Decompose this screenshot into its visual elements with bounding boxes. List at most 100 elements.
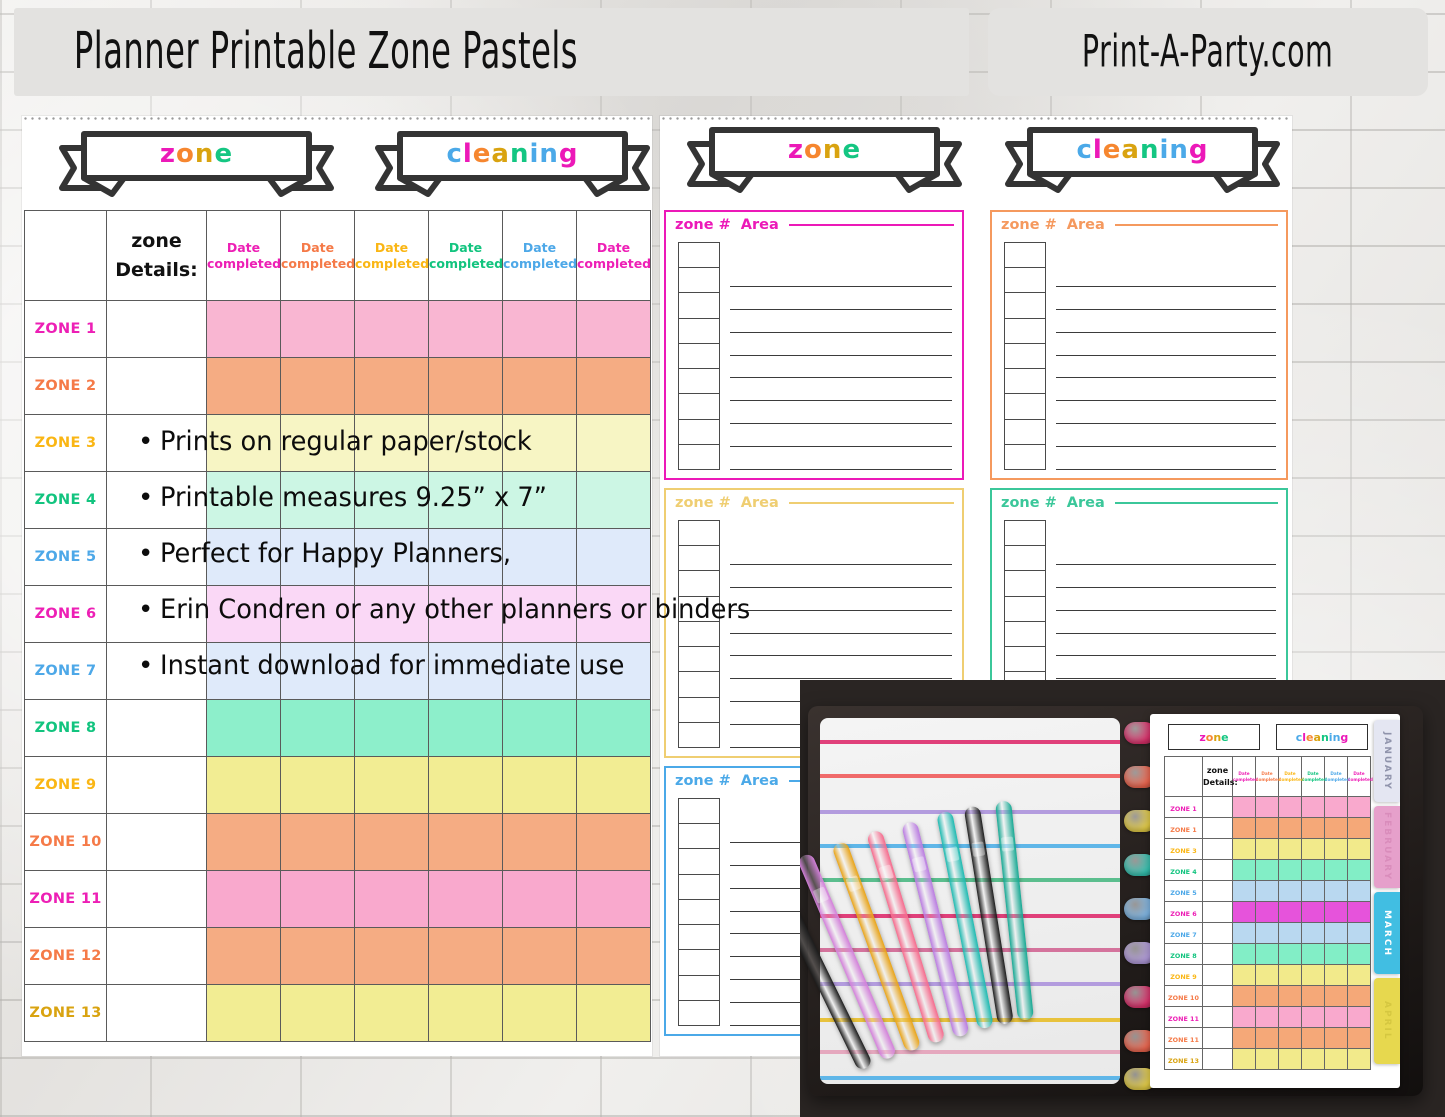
area-write-line[interactable]: [1056, 565, 1276, 588]
date-completed-cell[interactable]: [428, 813, 503, 871]
date-completed-cell[interactable]: [206, 585, 281, 643]
zone-number-box[interactable]: [678, 368, 720, 394]
area-write-line[interactable]: [1056, 401, 1276, 425]
date-completed-cell[interactable]: [576, 414, 651, 472]
zone-number-box[interactable]: [678, 696, 720, 722]
date-completed-cell[interactable]: [206, 528, 281, 586]
date-completed-cell[interactable]: [206, 471, 281, 529]
zone-number-box[interactable]: [678, 671, 720, 697]
date-completed-cell[interactable]: [502, 585, 577, 643]
date-completed-cell[interactable]: [206, 357, 281, 415]
area-write-line[interactable]: [730, 378, 952, 402]
area-write-line[interactable]: [730, 401, 952, 425]
date-completed-cell[interactable]: [576, 300, 651, 358]
date-completed-cell[interactable]: [280, 756, 355, 814]
date-completed-cell[interactable]: [428, 642, 503, 700]
zone-details-cell[interactable]: [106, 528, 207, 586]
area-write-line[interactable]: [730, 656, 952, 680]
date-completed-cell[interactable]: [206, 300, 281, 358]
zone-number-box[interactable]: [678, 393, 720, 419]
date-completed-cell[interactable]: [280, 528, 355, 586]
zone-number-box[interactable]: [678, 999, 720, 1026]
zone-number-box[interactable]: [1004, 595, 1046, 621]
date-completed-cell[interactable]: [280, 585, 355, 643]
zone-number-box[interactable]: [678, 443, 720, 470]
date-completed-cell[interactable]: [428, 699, 503, 757]
date-completed-cell[interactable]: [502, 414, 577, 472]
area-write-line[interactable]: [730, 611, 952, 634]
date-completed-cell[interactable]: [354, 984, 429, 1042]
zone-details-cell[interactable]: [106, 471, 207, 529]
area-write-line[interactable]: [730, 333, 952, 356]
zone-number-box[interactable]: [678, 520, 720, 546]
zone-number-box[interactable]: [1004, 342, 1046, 369]
date-completed-cell[interactable]: [354, 870, 429, 928]
date-completed-cell[interactable]: [354, 642, 429, 700]
date-completed-cell[interactable]: [576, 756, 651, 814]
zone-details-cell[interactable]: [106, 984, 207, 1042]
area-write-line[interactable]: [1056, 333, 1276, 356]
date-completed-cell[interactable]: [576, 642, 651, 700]
date-completed-cell[interactable]: [280, 813, 355, 871]
zone-number-box[interactable]: [1004, 393, 1046, 419]
date-completed-cell[interactable]: [280, 984, 355, 1042]
date-completed-cell[interactable]: [206, 813, 281, 871]
area-write-line[interactable]: [1056, 611, 1276, 634]
date-completed-cell[interactable]: [354, 699, 429, 757]
area-write-line[interactable]: [1056, 424, 1276, 448]
zone-details-cell[interactable]: [106, 642, 207, 700]
date-completed-cell[interactable]: [576, 927, 651, 985]
zone-number-box[interactable]: [678, 823, 720, 849]
date-completed-cell[interactable]: [502, 699, 577, 757]
area-write-line[interactable]: [1056, 264, 1276, 287]
zone-details-cell[interactable]: [106, 585, 207, 643]
zone-number-box[interactable]: [678, 292, 720, 318]
area-write-line[interactable]: [1056, 634, 1276, 657]
zone-details-cell[interactable]: [106, 813, 207, 871]
date-completed-cell[interactable]: [354, 414, 429, 472]
date-completed-cell[interactable]: [280, 927, 355, 985]
date-completed-cell[interactable]: [502, 300, 577, 358]
date-completed-cell[interactable]: [206, 927, 281, 985]
area-write-line[interactable]: [730, 356, 952, 379]
date-completed-cell[interactable]: [428, 585, 503, 643]
date-completed-cell[interactable]: [206, 699, 281, 757]
month-tab[interactable]: JANUARY: [1374, 720, 1400, 802]
date-completed-cell[interactable]: [428, 870, 503, 928]
date-completed-cell[interactable]: [280, 642, 355, 700]
zone-details-cell[interactable]: [106, 414, 207, 472]
zone-number-box[interactable]: [678, 267, 720, 293]
date-completed-cell[interactable]: [502, 927, 577, 985]
zone-number-box[interactable]: [678, 418, 720, 444]
date-completed-cell[interactable]: [428, 471, 503, 529]
date-completed-cell[interactable]: [576, 471, 651, 529]
area-write-line[interactable]: [730, 588, 952, 611]
zone-number-box[interactable]: [1004, 545, 1046, 571]
date-completed-cell[interactable]: [502, 813, 577, 871]
zone-number-box[interactable]: [678, 317, 720, 343]
date-completed-cell[interactable]: [280, 870, 355, 928]
zone-number-box[interactable]: [1004, 520, 1046, 546]
date-completed-cell[interactable]: [428, 414, 503, 472]
area-write-line[interactable]: [1056, 356, 1276, 379]
date-completed-cell[interactable]: [280, 699, 355, 757]
zone-details-cell[interactable]: [106, 870, 207, 928]
date-completed-cell[interactable]: [428, 528, 503, 586]
date-completed-cell[interactable]: [206, 642, 281, 700]
date-completed-cell[interactable]: [428, 300, 503, 358]
area-write-line[interactable]: [730, 447, 952, 471]
date-completed-cell[interactable]: [206, 756, 281, 814]
zone-number-box[interactable]: [678, 242, 720, 268]
zone-number-box[interactable]: [678, 545, 720, 571]
zone-number-box[interactable]: [1004, 418, 1046, 444]
month-tab[interactable]: MARCH: [1374, 892, 1400, 974]
zone-number-box[interactable]: [1004, 292, 1046, 318]
date-completed-cell[interactable]: [354, 528, 429, 586]
date-completed-cell[interactable]: [354, 585, 429, 643]
date-completed-cell[interactable]: [280, 357, 355, 415]
date-completed-cell[interactable]: [502, 471, 577, 529]
date-completed-cell[interactable]: [354, 300, 429, 358]
date-completed-cell[interactable]: [206, 984, 281, 1042]
date-completed-cell[interactable]: [576, 585, 651, 643]
date-completed-cell[interactable]: [576, 813, 651, 871]
